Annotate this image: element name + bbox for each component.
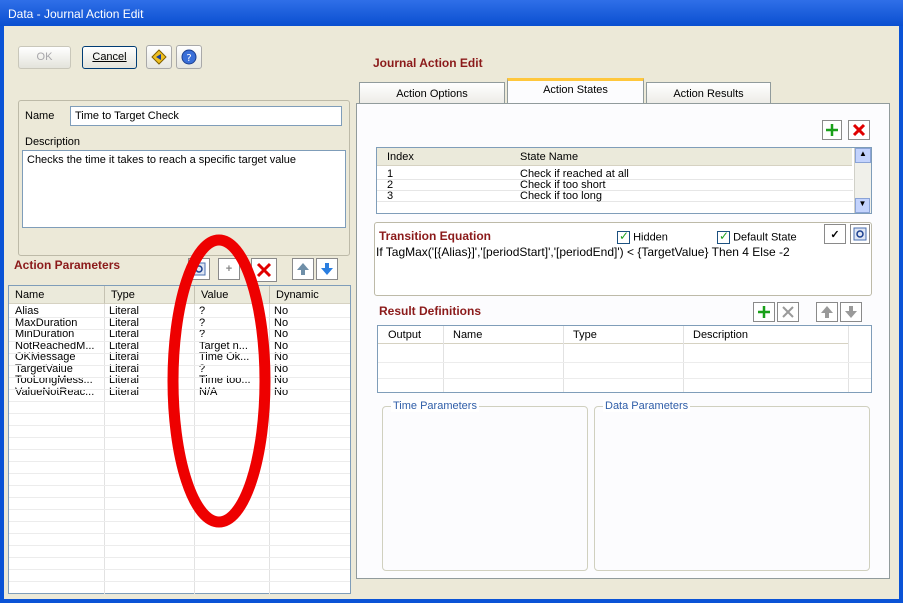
- description-label: Description: [25, 136, 81, 148]
- grid-divider: [848, 326, 849, 392]
- transition-title: Transition Equation: [379, 229, 492, 243]
- scroll-down-icon[interactable]: ▼: [855, 198, 870, 213]
- client-area: OK Cancel ? Name Time to Target Check De…: [4, 26, 899, 599]
- result-definitions-title: Result Definitions: [379, 304, 482, 318]
- result-delete-button[interactable]: [777, 302, 799, 322]
- table-cell: No: [274, 305, 289, 317]
- grid-divider: [443, 326, 444, 392]
- help-icon: ?: [181, 49, 197, 65]
- arrow-down-icon: [845, 306, 857, 318]
- checkbox-checked-icon: [717, 229, 730, 244]
- table-cell: 3: [387, 190, 394, 202]
- hidden-checkbox[interactable]: Hidden: [617, 229, 668, 244]
- scroll-up-icon[interactable]: ▲: [855, 148, 871, 163]
- equation-field[interactable]: If TagMax('[{Alias}]','[periodStart]','[…: [376, 245, 870, 269]
- states-grid[interactable]: Index State Name 1 Check if reached at al…: [376, 147, 872, 214]
- grid-row-line: [9, 581, 350, 582]
- table-cell: Literal: [109, 374, 139, 386]
- action-parameters-title: Action Parameters: [14, 258, 121, 272]
- result-add-button[interactable]: [753, 302, 775, 322]
- default-state-label: Default State: [733, 231, 797, 244]
- default-state-checkbox[interactable]: Default State: [717, 229, 797, 244]
- checkmark-icon: ✓: [830, 228, 840, 241]
- data-parameters-group: Data Parameters: [594, 400, 870, 571]
- states-scrollbar[interactable]: ▲ ▼: [854, 148, 871, 213]
- tab-action-options[interactable]: Action Options: [359, 82, 505, 104]
- description-field[interactable]: Checks the time it takes to reach a spec…: [22, 150, 346, 228]
- result-move-down-button[interactable]: [840, 302, 862, 322]
- grid-divider: [683, 326, 684, 392]
- tab-action-results[interactable]: Action Results: [646, 82, 771, 104]
- state-delete-button[interactable]: [848, 120, 870, 140]
- grid-row-line: [9, 533, 350, 534]
- diamond-arrow-button[interactable]: [146, 45, 172, 69]
- table-cell: No: [274, 316, 289, 329]
- diamond-arrow-icon: [151, 49, 167, 65]
- table-cell: TooLongMess...: [15, 374, 93, 386]
- annotation-ellipse: [167, 234, 271, 528]
- col-header-state-name[interactable]: State Name: [502, 148, 852, 166]
- table-cell: Check if too long: [520, 190, 602, 202]
- equation-search-button[interactable]: [850, 224, 870, 244]
- grid-row-line: [9, 545, 350, 546]
- table-row[interactable]: 3 Check if too long: [377, 190, 853, 202]
- grid-divider: [563, 326, 564, 392]
- tab-action-states[interactable]: Action States: [507, 78, 644, 103]
- table-cell: Literal: [109, 316, 139, 329]
- page-title: Journal Action Edit: [373, 56, 483, 70]
- arrow-down-icon: [321, 263, 333, 275]
- cancel-button[interactable]: Cancel: [82, 46, 137, 69]
- result-move-up-button[interactable]: [816, 302, 838, 322]
- delete-x-icon: [852, 123, 866, 137]
- table-cell: No: [274, 385, 289, 398]
- grid-row-line: [378, 362, 871, 363]
- col-header-name[interactable]: Name: [9, 286, 104, 304]
- state-add-button[interactable]: [822, 120, 842, 140]
- plus-icon: [758, 306, 770, 318]
- delete-x-icon: [782, 306, 794, 318]
- checkbox-checked-icon: [617, 229, 630, 244]
- name-field[interactable]: Time to Target Check: [70, 106, 342, 126]
- validate-button[interactable]: ✓: [824, 224, 846, 244]
- plus-icon: [826, 124, 838, 136]
- hidden-label: Hidden: [633, 231, 668, 244]
- table-cell: Literal: [109, 385, 139, 398]
- svg-text:?: ?: [186, 53, 191, 64]
- result-definitions-grid[interactable]: Output Name Type Description: [377, 325, 872, 393]
- table-cell: Alias: [15, 305, 39, 317]
- param-move-up-button[interactable]: [292, 258, 314, 280]
- application-window: Data - Journal Action Edit OK Cancel ? N…: [0, 0, 903, 603]
- table-cell: Literal: [109, 305, 139, 317]
- param-move-down-button[interactable]: [316, 258, 338, 280]
- table-cell: ValueNotReac...: [15, 385, 95, 398]
- time-parameters-group: Time Parameters: [382, 400, 588, 571]
- time-parameters-title: Time Parameters: [391, 400, 479, 412]
- col-header-dynamic[interactable]: Dynamic: [269, 286, 350, 304]
- grid-row-line: [9, 557, 350, 558]
- col-header-index[interactable]: Index: [377, 148, 502, 166]
- table-cell: MaxDuration: [15, 316, 78, 329]
- grid-row-line: [9, 569, 350, 570]
- col-header-result-type[interactable]: Type: [563, 326, 683, 344]
- name-label: Name: [25, 110, 55, 122]
- col-header-result-description[interactable]: Description: [683, 326, 848, 344]
- help-button[interactable]: ?: [176, 45, 202, 69]
- data-parameters-title: Data Parameters: [603, 400, 691, 412]
- table-cell: No: [274, 374, 289, 386]
- col-header-output[interactable]: Output: [378, 326, 443, 344]
- window-title: Data - Journal Action Edit: [0, 0, 903, 26]
- arrow-up-icon: [821, 306, 833, 318]
- magnifier-icon: [853, 227, 867, 241]
- grid-row-line: [378, 378, 871, 379]
- ok-button[interactable]: OK: [18, 46, 71, 69]
- arrow-up-icon: [297, 263, 309, 275]
- col-header-result-name[interactable]: Name: [443, 326, 563, 344]
